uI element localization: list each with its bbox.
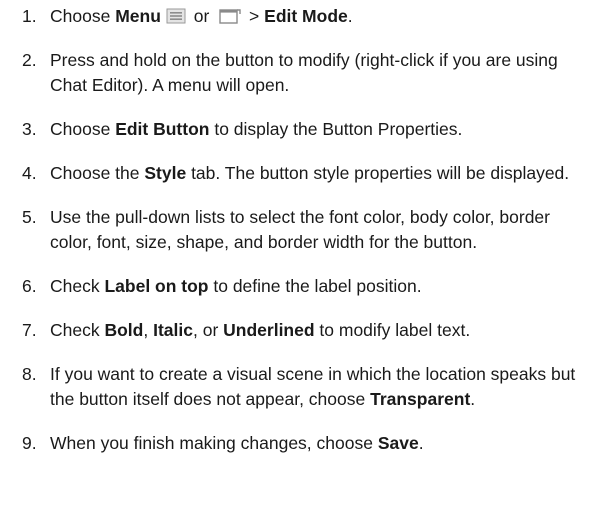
menu-icon [166,8,186,24]
step-number: 1. [22,6,37,26]
step-4: 4. Choose the Style tab. The button styl… [0,161,600,186]
step-text: Check Label on top to define the label p… [50,276,422,296]
instruction-steps: 1. Choose Menu or > Edit Mode. 2. Press … [0,4,600,475]
step-7: 7. Check Bold, Italic, or Underlined to … [0,318,600,343]
label-on-top-label: Label on top [104,276,209,296]
step-number: 2. [22,50,37,70]
window-icon [219,8,241,24]
step-text: If you want to create a visual scene in … [50,364,576,409]
bold-label: Bold [104,320,144,340]
step-text: Choose Edit Button to display the Button… [50,119,463,139]
step-text: Press and hold on the button to modify (… [50,50,558,95]
step-3: 3. Choose Edit Button to display the But… [0,117,600,142]
step-number: 7. [22,320,37,340]
step-6: 6. Check Label on top to define the labe… [0,274,600,299]
step-1: 1. Choose Menu or > Edit Mode. [0,4,600,29]
italic-label: Italic [153,320,193,340]
step-text: When you finish making changes, choose S… [50,433,424,453]
step-number: 8. [22,364,37,384]
edit-button-label: Edit Button [115,119,210,139]
step-text: Choose the Style tab. The button style p… [50,163,570,183]
step-2: 2. Press and hold on the button to modif… [0,48,600,98]
step-number: 6. [22,276,37,296]
step-text: Check Bold, Italic, or Underlined to mod… [50,320,471,340]
step-text: Use the pull-down lists to select the fo… [50,207,550,252]
step-number: 9. [22,433,37,453]
step-8: 8. If you want to create a visual scene … [0,362,600,412]
step-9: 9. When you finish making changes, choos… [0,431,600,456]
underlined-label: Underlined [223,320,315,340]
style-tab-label: Style [144,163,187,183]
step-number: 5. [22,207,37,227]
step-number: 4. [22,163,37,183]
save-label: Save [377,433,419,453]
menu-label: Menu [115,6,161,26]
step-5: 5. Use the pull-down lists to select the… [0,205,600,255]
step-number: 3. [22,119,37,139]
step-text: Choose Menu or > Edit Mode. [50,6,353,26]
edit-mode-label: Edit Mode [264,6,348,26]
transparent-label: Transparent [370,389,471,409]
